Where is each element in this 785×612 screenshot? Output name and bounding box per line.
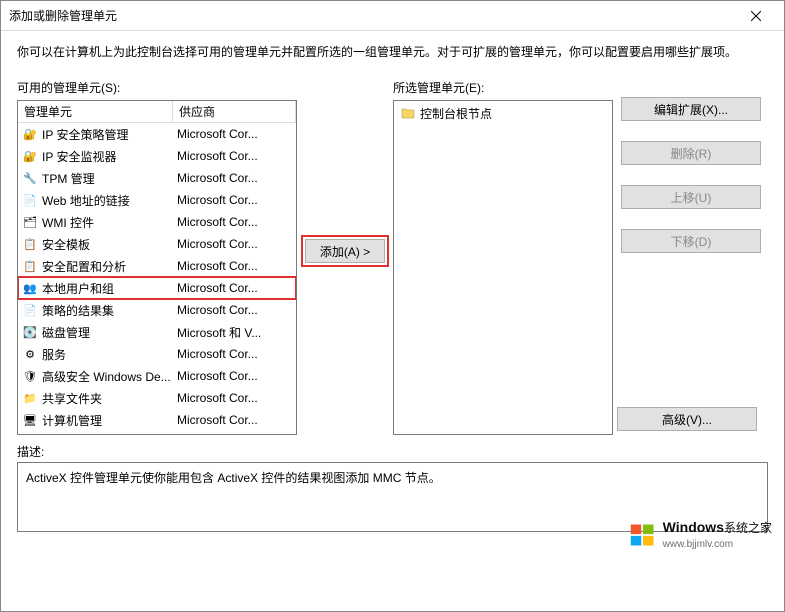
list-item[interactable]: 💽磁盘管理Microsoft 和 V... bbox=[18, 321, 296, 343]
snapin-vendor: Microsoft Cor... bbox=[177, 127, 292, 141]
list-item[interactable]: 📁共享文件夹Microsoft Cor... bbox=[18, 387, 296, 409]
titlebar: 添加或删除管理单元 bbox=[1, 1, 784, 31]
available-panel: 可用的管理单元(S): 管理单元 供应商 🔐IP 安全策略管理Microsoft… bbox=[17, 79, 297, 435]
snapin-vendor: Microsoft Cor... bbox=[177, 193, 292, 207]
snapin-icon: 📄 bbox=[22, 302, 38, 318]
windows-logo-icon bbox=[629, 521, 657, 549]
snapin-vendor: Microsoft Cor... bbox=[177, 413, 292, 427]
snapin-name: 服务 bbox=[42, 346, 177, 363]
selected-panel: 所选管理单元(E): 控制台根节点 bbox=[393, 79, 613, 435]
middle-panel: 添加(A) > bbox=[305, 79, 385, 435]
main-area: 可用的管理单元(S): 管理单元 供应商 🔐IP 安全策略管理Microsoft… bbox=[17, 79, 768, 435]
snapin-name: Web 地址的链接 bbox=[42, 192, 177, 209]
list-item[interactable]: 📄策略的结果集Microsoft Cor... bbox=[18, 299, 296, 321]
list-item[interactable]: 🔐IP 安全监视器Microsoft Cor... bbox=[18, 145, 296, 167]
list-item[interactable]: 📋安全配置和分析Microsoft Cor... bbox=[18, 255, 296, 277]
snapin-vendor: Microsoft 和 V... bbox=[177, 324, 292, 341]
snapin-name: 安全配置和分析 bbox=[42, 258, 177, 275]
snapin-icon: 🖥 bbox=[22, 412, 38, 428]
snapin-vendor: Microsoft Cor... bbox=[177, 259, 292, 273]
list-item[interactable]: 🗂WMI 控件Microsoft Cor... bbox=[18, 211, 296, 233]
snapin-name: IP 安全策略管理 bbox=[42, 126, 177, 143]
snapin-name: 共享文件夹 bbox=[42, 390, 177, 407]
tree-root-label: 控制台根节点 bbox=[420, 105, 492, 122]
list-item[interactable]: 👥本地用户和组Microsoft Cor... bbox=[18, 277, 296, 299]
snapin-icon: 📋 bbox=[22, 258, 38, 274]
header-name[interactable]: 管理单元 bbox=[18, 101, 173, 122]
snapin-name: 高级安全 Windows De... bbox=[42, 368, 177, 385]
watermark-text: Windows系统之家 www.bjjmlv.com bbox=[663, 519, 772, 551]
watermark-url: www.bjjmlv.com bbox=[663, 539, 733, 550]
snapin-vendor: Microsoft Cor... bbox=[177, 369, 292, 383]
move-down-button[interactable]: 下移(D) bbox=[621, 229, 761, 253]
list-item[interactable]: 🔐IP 安全策略管理Microsoft Cor... bbox=[18, 123, 296, 145]
instruction-text: 你可以在计算机上为此控制台选择可用的管理单元并配置所选的一组管理单元。对于可扩展… bbox=[17, 43, 768, 61]
watermark-sub: 系统之家 bbox=[724, 521, 772, 535]
tree-root: 控制台根节点 bbox=[394, 101, 612, 125]
list-item[interactable]: 🛡高级安全 Windows De...Microsoft Cor... bbox=[18, 365, 296, 387]
selected-tree[interactable]: 控制台根节点 bbox=[393, 100, 613, 435]
snapin-icon: ⏱ bbox=[22, 434, 38, 435]
snapin-vendor: Microsoft Cor... bbox=[177, 391, 292, 405]
snapin-vendor: Microsoft Cor... bbox=[177, 347, 292, 361]
available-list-header: 管理单元 供应商 bbox=[18, 101, 296, 123]
dialog-content: 你可以在计算机上为此控制台选择可用的管理单元并配置所选的一组管理单元。对于可扩展… bbox=[1, 31, 784, 544]
description-text: ActiveX 控件管理单元使你能用包含 ActiveX 控件的结果视图添加 M… bbox=[26, 471, 441, 485]
snapin-icon: 🛡 bbox=[22, 368, 38, 384]
remove-button[interactable]: 删除(R) bbox=[621, 141, 761, 165]
header-vendor[interactable]: 供应商 bbox=[173, 101, 296, 122]
snapin-vendor: Microsoft Cor... bbox=[177, 171, 292, 185]
description-label: 描述: bbox=[17, 443, 768, 460]
watermark-brand: Windows bbox=[663, 519, 724, 535]
folder-icon bbox=[400, 105, 416, 121]
list-item[interactable]: ⏱任务计划程序Microsoft Cor... bbox=[18, 431, 296, 435]
move-up-button[interactable]: 上移(U) bbox=[621, 185, 761, 209]
close-button[interactable] bbox=[736, 2, 776, 30]
available-listbox[interactable]: 管理单元 供应商 🔐IP 安全策略管理Microsoft Cor...🔐IP 安… bbox=[17, 100, 297, 435]
snapin-name: WMI 控件 bbox=[42, 214, 177, 231]
snapin-name: 本地用户和组 bbox=[42, 280, 177, 297]
add-button[interactable]: 添加(A) > bbox=[305, 239, 385, 263]
snapin-icon: ⚙ bbox=[22, 346, 38, 362]
snapin-name: 磁盘管理 bbox=[42, 324, 177, 341]
snapin-name: IP 安全监视器 bbox=[42, 148, 177, 165]
window-title: 添加或删除管理单元 bbox=[9, 7, 736, 24]
snapin-name: TPM 管理 bbox=[42, 170, 177, 187]
list-item[interactable]: ⚙服务Microsoft Cor... bbox=[18, 343, 296, 365]
snapin-icon: 👥 bbox=[22, 280, 38, 296]
snapin-icon: 🔐 bbox=[22, 148, 38, 164]
advanced-button[interactable]: 高级(V)... bbox=[617, 407, 757, 431]
edit-extensions-button[interactable]: 编辑扩展(X)... bbox=[621, 97, 761, 121]
snapin-icon: 📋 bbox=[22, 236, 38, 252]
tree-root-item[interactable]: 控制台根节点 bbox=[396, 103, 610, 123]
list-item[interactable]: 📋安全模板Microsoft Cor... bbox=[18, 233, 296, 255]
snapin-vendor: Microsoft Cor... bbox=[177, 281, 292, 295]
available-label: 可用的管理单元(S): bbox=[17, 79, 297, 96]
snapin-icon: 📁 bbox=[22, 390, 38, 406]
close-icon bbox=[751, 11, 761, 21]
snapin-name: 策略的结果集 bbox=[42, 302, 177, 319]
snapin-icon: 📄 bbox=[22, 192, 38, 208]
snapin-vendor: Microsoft Cor... bbox=[177, 149, 292, 163]
snapin-icon: 🗂 bbox=[22, 214, 38, 230]
action-buttons-panel: 编辑扩展(X)... 删除(R) 上移(U) 下移(D) bbox=[621, 79, 761, 435]
snapin-vendor: Microsoft Cor... bbox=[177, 237, 292, 251]
snapin-vendor: Microsoft Cor... bbox=[177, 303, 292, 317]
available-list-body: 🔐IP 安全策略管理Microsoft Cor...🔐IP 安全监视器Micro… bbox=[18, 123, 296, 435]
snapin-vendor: Microsoft Cor... bbox=[177, 215, 292, 229]
dialog-window: 添加或删除管理单元 你可以在计算机上为此控制台选择可用的管理单元并配置所选的一组… bbox=[0, 0, 785, 612]
snapin-icon: 🔐 bbox=[22, 126, 38, 142]
snapin-icon: 💽 bbox=[22, 324, 38, 340]
list-item[interactable]: 🔧TPM 管理Microsoft Cor... bbox=[18, 167, 296, 189]
snapin-name: 任务计划程序 bbox=[42, 434, 177, 436]
selected-label: 所选管理单元(E): bbox=[393, 79, 613, 96]
snapin-name: 计算机管理 bbox=[42, 412, 177, 429]
list-item[interactable]: 🖥计算机管理Microsoft Cor... bbox=[18, 409, 296, 431]
snapin-name: 安全模板 bbox=[42, 236, 177, 253]
list-item[interactable]: 📄Web 地址的链接Microsoft Cor... bbox=[18, 189, 296, 211]
watermark: Windows系统之家 www.bjjmlv.com bbox=[629, 519, 772, 551]
snapin-icon: 🔧 bbox=[22, 170, 38, 186]
